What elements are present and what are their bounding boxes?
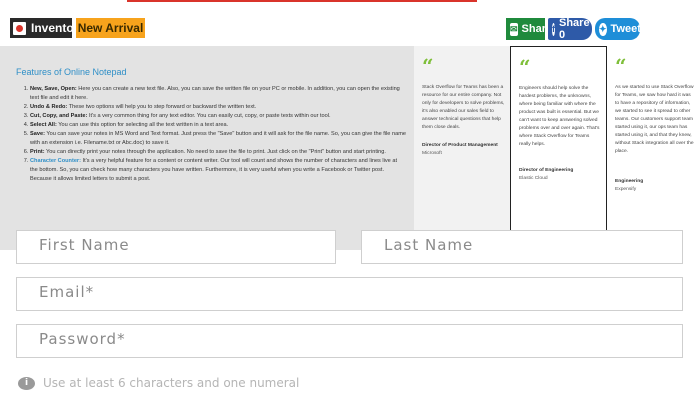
quote-icon: “ — [422, 54, 434, 78]
last-name-placeholder: Last Name — [384, 236, 474, 254]
testimonial-role: Director of Engineering — [519, 168, 574, 173]
share-button[interactable]: ✉ Share — [506, 18, 552, 40]
testimonial-card: “ Engineers should help solve the hardes… — [510, 46, 607, 250]
testimonial-company: Expensify — [615, 187, 637, 192]
feature-item: Character Counter: It's a very helpful f… — [30, 157, 406, 184]
testimonial-quote: As we started to use Stack Overflow for … — [615, 85, 694, 154]
first-name-field[interactable]: First Name — [16, 230, 336, 264]
testimonial-company: Microsoft — [422, 151, 442, 156]
last-name-field[interactable]: Last Name — [361, 230, 683, 264]
facebook-icon: f — [552, 22, 555, 36]
feature-item: Select All: You can use this option for … — [30, 121, 406, 130]
email-placeholder: Email* — [39, 283, 95, 301]
facebook-share-label: Share 0 — [559, 17, 590, 41]
twitter-icon: ✦ — [599, 22, 607, 36]
testimonial-quote: Stack Overflow for Teams has been a reso… — [422, 85, 505, 130]
testimonial-company: Elastic Cloud — [519, 176, 548, 181]
email-field[interactable]: Email* — [16, 277, 683, 311]
feature-item: Cut, Copy, and Paste: It's a very common… — [30, 112, 406, 121]
quote-icon: “ — [615, 54, 627, 78]
info-icon: i — [18, 376, 35, 390]
facebook-share-button[interactable]: f Share 0 — [548, 17, 592, 41]
password-placeholder: Password* — [39, 330, 126, 348]
first-name-placeholder: First Name — [39, 236, 130, 254]
inventory-flag-icon — [13, 21, 26, 35]
testimonials: “ Stack Overflow for Teams has been a re… — [414, 46, 700, 250]
feature-item: Save: You can save your notes in MS Word… — [30, 130, 406, 148]
new-arrival-label: New Arrival — [77, 21, 144, 35]
feature-item: Print: You can directly print your notes… — [30, 148, 406, 157]
testimonial-role: Director of Product Management — [422, 143, 498, 148]
feature-item: New, Save, Open: Here you can create a n… — [30, 85, 406, 103]
top-accent-line — [127, 0, 477, 2]
testimonial-card: “ Stack Overflow for Teams has been a re… — [414, 46, 511, 250]
quote-icon: “ — [519, 55, 531, 79]
new-arrival-tag[interactable]: New Arrival — [76, 18, 145, 38]
testimonial-card: “ As we started to use Stack Overflow fo… — [607, 46, 700, 250]
password-field[interactable]: Password* — [16, 324, 683, 358]
share-bar: ✉ Share f Share 0 ✦ Tweet — [506, 17, 641, 41]
envelope-icon: ✉ — [510, 22, 518, 36]
features-title: Features of Online Notepad — [16, 67, 127, 77]
inventory-tag[interactable]: Inventory — [10, 18, 85, 38]
password-hint-text: Use at least 6 characters and one numera… — [43, 376, 300, 390]
password-hint: i Use at least 6 characters and one nume… — [18, 376, 299, 390]
features-list: New, Save, Open: Here you can create a n… — [26, 85, 406, 184]
testimonial-quote: Engineers should help solve the hardest … — [519, 86, 600, 147]
feature-item: Undo & Redo: These two options will help… — [30, 103, 406, 112]
tweet-label: Tweet — [610, 23, 641, 35]
testimonial-role: Engineering — [615, 179, 644, 184]
tweet-button[interactable]: ✦ Tweet — [595, 18, 641, 40]
